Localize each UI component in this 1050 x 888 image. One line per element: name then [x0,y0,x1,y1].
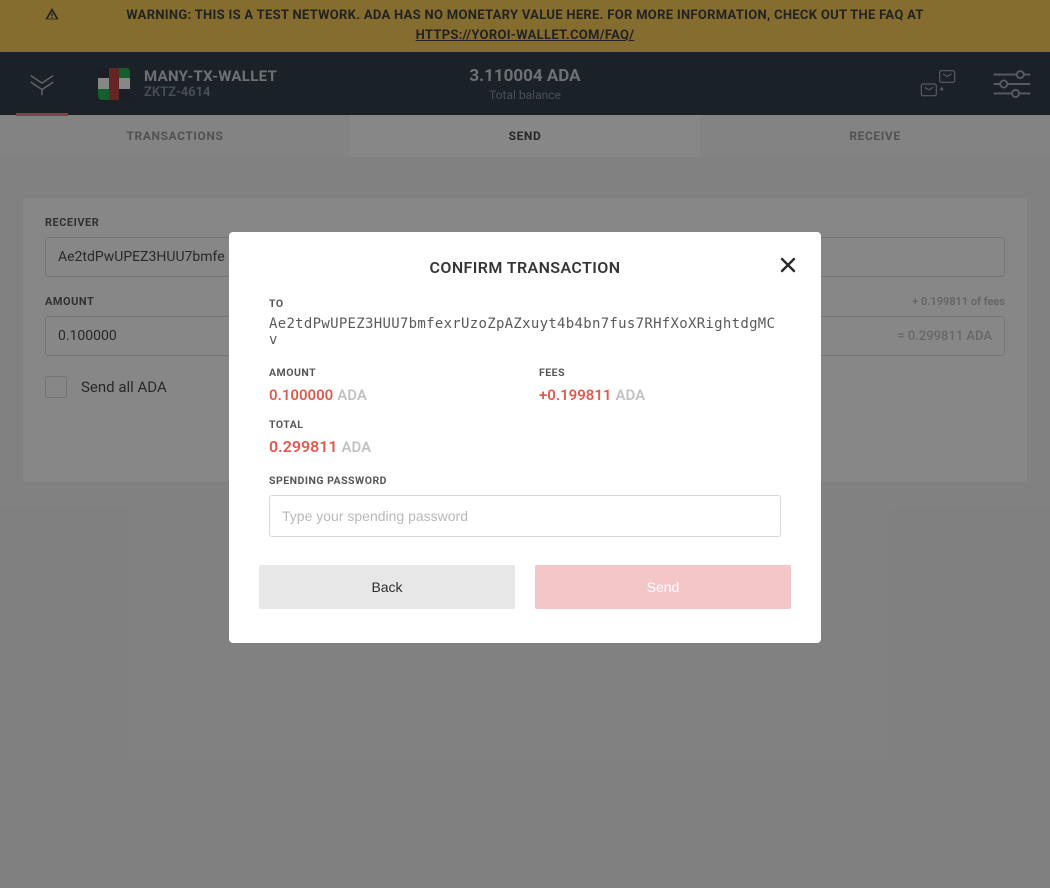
confirm-transaction-modal: CONFIRM TRANSACTION TO Ae2tdPwUPEZ3HUU7b… [229,232,821,643]
close-icon[interactable] [777,254,799,276]
send-button[interactable]: Send [535,565,791,609]
modal-total-value: 0.299811ADA [269,437,781,456]
modal-fees-value: +0.199811ADA [539,385,749,404]
back-button[interactable]: Back [259,565,515,609]
to-label: TO [269,297,781,310]
modal-title: CONFIRM TRANSACTION [259,258,791,277]
modal-total-label: TOTAL [269,418,781,431]
modal-fees-label: FEES [539,366,749,379]
modal-amount-value: 0.100000ADA [269,385,479,404]
password-label: SPENDING PASSWORD [269,474,781,487]
spending-password-input[interactable] [269,495,781,537]
modal-overlay[interactable]: CONFIRM TRANSACTION TO Ae2tdPwUPEZ3HUU7b… [0,0,1050,888]
modal-amount-label: AMOUNT [269,366,479,379]
to-address: Ae2tdPwUPEZ3HUU7bmfexrUzoZpAZxuyt4b4bn7f… [269,316,781,348]
